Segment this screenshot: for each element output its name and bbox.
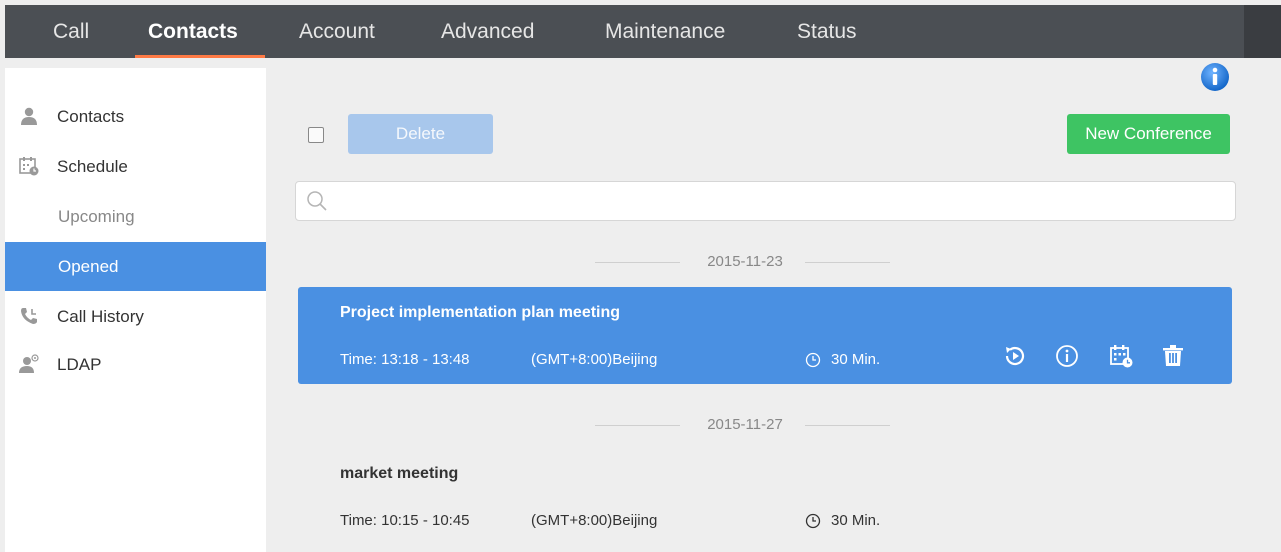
- sidebar: Contacts Schedule Upcoming Opened Call H…: [5, 68, 266, 552]
- date-separator: 2015-11-27: [595, 415, 895, 435]
- meeting-time: Time: 10:15 - 10:45: [340, 512, 470, 529]
- sidebar-item-label: LDAP: [57, 355, 102, 374]
- sidebar-item-contacts[interactable]: Contacts: [5, 92, 266, 141]
- meeting-title: market meeting: [340, 465, 459, 482]
- meeting-row[interactable]: Project implementation plan meeting Time…: [298, 287, 1232, 384]
- tab-contacts[interactable]: Contacts: [148, 5, 238, 58]
- divider: [595, 425, 680, 426]
- tab-advanced[interactable]: Advanced: [441, 5, 534, 58]
- clock-icon: [805, 513, 821, 529]
- tab-call[interactable]: Call: [53, 5, 89, 58]
- search-icon: [307, 191, 327, 211]
- date-label: 2015-11-27: [707, 416, 783, 433]
- active-tab-indicator: [135, 55, 265, 58]
- person-icon: [21, 107, 37, 125]
- meeting-duration: 30 Min.: [831, 351, 881, 368]
- select-all-checkbox[interactable]: [308, 127, 324, 143]
- sidebar-item-schedule[interactable]: Schedule: [5, 142, 266, 191]
- ldap-user-icon: [19, 354, 39, 373]
- sidebar-item-ldap[interactable]: LDAP: [5, 340, 266, 389]
- meeting-title: Project implementation plan meeting: [340, 304, 621, 321]
- sidebar-item-label: Schedule: [57, 157, 128, 176]
- tab-status[interactable]: Status: [797, 5, 857, 58]
- phone-history-icon: [21, 308, 37, 324]
- info-circle-icon[interactable]: [1054, 343, 1080, 369]
- replay-icon[interactable]: [1002, 343, 1028, 369]
- tab-maintenance[interactable]: Maintenance: [605, 5, 725, 58]
- sidebar-item-upcoming[interactable]: Upcoming: [5, 192, 266, 241]
- new-conference-button[interactable]: New Conference: [1067, 114, 1230, 154]
- divider: [595, 262, 680, 263]
- divider: [805, 425, 890, 426]
- sidebar-item-label: Call History: [57, 307, 144, 326]
- meeting-duration: 30 Min.: [831, 512, 881, 529]
- sidebar-item-label: Upcoming: [58, 207, 135, 226]
- meeting-time: Time: 13:18 - 13:48: [340, 351, 470, 368]
- top-nav-end: [1244, 5, 1281, 58]
- divider: [805, 262, 890, 263]
- sidebar-item-opened[interactable]: Opened: [5, 242, 266, 291]
- meeting-timezone: (GMT+8:00)Beijing: [531, 351, 658, 368]
- search-box: [295, 181, 1236, 221]
- sidebar-item-label: Opened: [58, 257, 119, 276]
- search-input[interactable]: [336, 186, 1220, 216]
- calendar-clock-icon: [19, 157, 39, 176]
- trash-icon[interactable]: [1160, 343, 1186, 369]
- schedule-calendar-icon[interactable]: [1108, 343, 1134, 369]
- info-icon[interactable]: [1200, 62, 1230, 92]
- date-label: 2015-11-23: [707, 253, 783, 270]
- sidebar-item-call-history[interactable]: Call History: [5, 292, 266, 341]
- meeting-row[interactable]: market meeting Time: 10:15 - 10:45 (GMT+…: [298, 448, 1232, 545]
- clock-icon: [805, 352, 821, 368]
- sidebar-item-label: Contacts: [57, 107, 125, 126]
- meeting-timezone: (GMT+8:00)Beijing: [531, 512, 658, 529]
- tab-account[interactable]: Account: [299, 5, 375, 58]
- date-separator: 2015-11-23: [595, 252, 895, 272]
- top-nav: Call Contacts Account Advanced Maintenan…: [5, 5, 1244, 58]
- delete-button[interactable]: Delete: [348, 114, 493, 154]
